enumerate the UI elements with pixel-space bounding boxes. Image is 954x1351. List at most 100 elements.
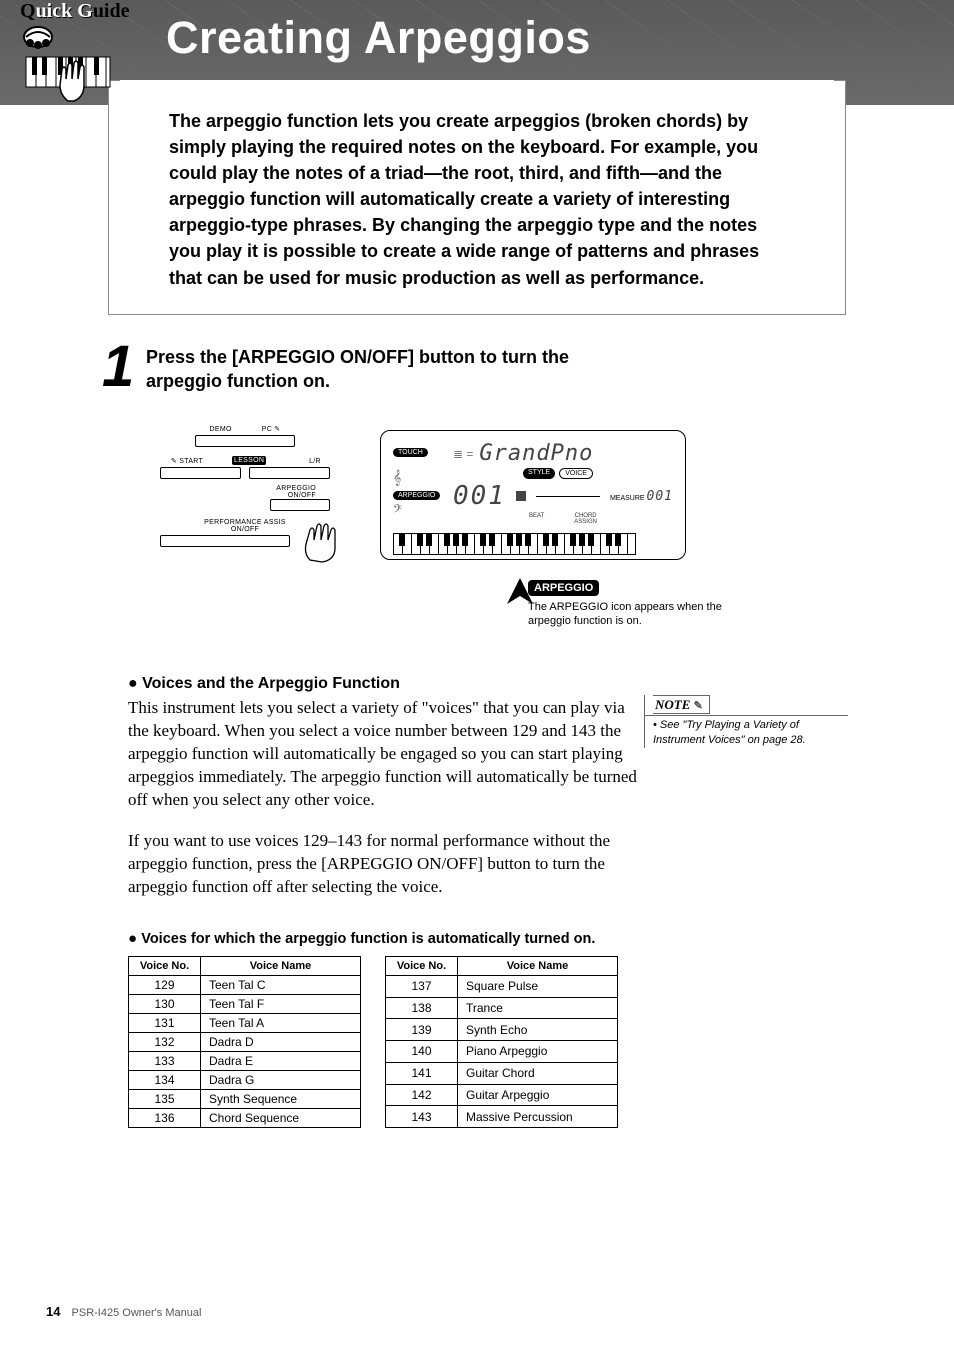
note-box: NOTE ✎ • See "Try Playing a Variety of I… [644, 695, 849, 748]
page-title: Creating Arpeggios [166, 12, 591, 64]
voice-table-left: Voice No. Voice Name 129 Teen Tal C 130 … [128, 956, 361, 1128]
cell-voice-no: 143 [386, 1106, 458, 1128]
panel-label-demo: DEMO [210, 426, 232, 433]
table-row: 137 Square Pulse [386, 976, 618, 998]
cell-voice-no: 135 [129, 1090, 201, 1109]
tempo-square-icon [516, 491, 526, 501]
page-footer: 14 PSR-I425 Owner's Manual [46, 1304, 201, 1319]
cell-voice-name: Trance [458, 997, 618, 1019]
panel-label-arpeggio: ARPEGGIO ON/OFF [160, 485, 330, 499]
panel-label-lr: L/R [300, 458, 330, 465]
cell-voice-no: 136 [129, 1109, 201, 1128]
lcd-chord-label: CHORD ASSIGN [574, 513, 597, 525]
panel-button-demo [195, 435, 295, 447]
table-row: 138 Trance [386, 997, 618, 1019]
qg-a: Q [20, 0, 36, 22]
qg-c: uide [93, 0, 130, 22]
panel-label-start: ✎ START [160, 458, 214, 465]
quick-guide-badge: Quick Guide [20, 0, 140, 130]
lcd-voice-name: GrandPno [479, 441, 593, 466]
cell-voice-name: Synth Sequence [201, 1090, 361, 1109]
step-text: Press the [ARPEGGIO ON/OFF] button to tu… [146, 345, 646, 394]
cell-voice-no: 140 [386, 1041, 458, 1063]
lcd-measure-value: 001 [647, 489, 673, 504]
panel-button-lesson [249, 467, 330, 479]
cell-voice-name: Teen Tal C [201, 976, 361, 995]
arpeggio-lcd-icon: ARPEGGIO [528, 580, 599, 596]
note-label-text: NOTE [655, 697, 690, 712]
th-voice-name: Voice Name [458, 957, 618, 976]
section-body-a: This instrument lets you select a variet… [128, 697, 648, 812]
heading-text: Voices and the Arpeggio Function [142, 675, 400, 692]
tables-title-text: Voices for which the arpeggio function i… [141, 931, 595, 947]
pointing-hand-icon [302, 520, 342, 564]
qg-b: uick G [36, 0, 93, 22]
keyboard-hand-icon [20, 23, 116, 103]
cell-voice-name: Teen Tal F [201, 995, 361, 1014]
cell-voice-name: Synth Echo [458, 1019, 618, 1041]
quick-guide-text: Quick Guide [20, 0, 140, 23]
panel-label-lesson: LESSON [232, 456, 266, 465]
table-row: 133 Dadra E [129, 1052, 361, 1071]
table-row: 136 Chord Sequence [129, 1109, 361, 1128]
step-number: 1 [102, 333, 134, 400]
note-label: NOTE ✎ [653, 695, 710, 714]
bullet-icon: ● [128, 930, 141, 947]
table-row: 135 Synth Sequence [129, 1090, 361, 1109]
table-row: 142 Guitar Arpeggio [386, 1084, 618, 1106]
cell-voice-no: 134 [129, 1071, 201, 1090]
cell-voice-no: 139 [386, 1019, 458, 1041]
panel-label-pc: PC ✎ [262, 426, 281, 433]
panel-button-arpeggio [270, 499, 330, 511]
cell-voice-no: 133 [129, 1052, 201, 1071]
cell-voice-name: Teen Tal A [201, 1014, 361, 1033]
cell-voice-name: Chord Sequence [201, 1109, 361, 1128]
mini-keyboard-icon [393, 533, 673, 555]
table-row: 134 Dadra G [129, 1071, 361, 1090]
cell-voice-name: Piano Arpeggio [458, 1041, 618, 1063]
table-row: 143 Massive Percussion [386, 1106, 618, 1128]
table-row: 132 Dadra D [129, 1033, 361, 1052]
cell-voice-no: 141 [386, 1062, 458, 1084]
note-text: • See "Try Playing a Variety of Instrume… [653, 714, 849, 748]
panel-button-start [160, 467, 241, 479]
arpeggio-icon-caption: The ARPEGGIO icon appears when the arpeg… [528, 600, 728, 629]
page-number: 14 [46, 1304, 60, 1319]
voice-tables: Voice No. Voice Name 129 Teen Tal C 130 … [128, 956, 618, 1128]
cell-voice-no: 138 [386, 997, 458, 1019]
table-row: 131 Teen Tal A [129, 1014, 361, 1033]
cell-voice-name: Massive Percussion [458, 1106, 618, 1128]
th-voice-name: Voice Name [201, 957, 361, 976]
cell-voice-no: 131 [129, 1014, 201, 1033]
cell-voice-no: 137 [386, 976, 458, 998]
table-row: 141 Guitar Chord [386, 1062, 618, 1084]
cell-voice-name: Square Pulse [458, 976, 618, 998]
bass-clef-icon: 𝄢 [393, 502, 453, 519]
cell-voice-no: 142 [386, 1084, 458, 1106]
table-row: 140 Piano Arpeggio [386, 1041, 618, 1063]
lcd-measure-label: MEASURE [610, 495, 645, 502]
intro-box: The arpeggio function lets you create ar… [108, 80, 846, 315]
th-voice-no: Voice No. [386, 957, 458, 976]
cell-voice-name: Dadra D [201, 1033, 361, 1052]
table-row: 139 Synth Echo [386, 1019, 618, 1041]
cell-voice-name: Guitar Chord [458, 1062, 618, 1084]
section-voices-arpeggio: ● Voices and the Arpeggio Function This … [128, 675, 648, 917]
table-row: 129 Teen Tal C [129, 976, 361, 995]
diagrams-row: DEMO PC ✎ ✎ START LESSON L/R ARPEGGIO ON… [160, 418, 834, 638]
cell-voice-name: Dadra G [201, 1071, 361, 1090]
intro-text: The arpeggio function lets you create ar… [169, 111, 759, 288]
section-body-b: If you want to use voices 129–143 for no… [128, 830, 648, 899]
cell-voice-name: Guitar Arpeggio [458, 1084, 618, 1106]
lcd-pill-voice: VOICE [559, 468, 593, 479]
hand-icon [60, 61, 84, 101]
panel-button-pat [160, 535, 290, 547]
th-voice-no: Voice No. [129, 957, 201, 976]
cell-voice-no: 132 [129, 1033, 201, 1052]
cell-voice-no: 130 [129, 995, 201, 1014]
signal-icon: ≣ = [453, 447, 473, 461]
table-row: 130 Teen Tal F [129, 995, 361, 1014]
pencil-icon: ✎ [694, 700, 703, 712]
panel-diagram: DEMO PC ✎ ✎ START LESSON L/R ARPEGGIO ON… [160, 426, 330, 576]
cell-voice-no: 129 [129, 976, 201, 995]
